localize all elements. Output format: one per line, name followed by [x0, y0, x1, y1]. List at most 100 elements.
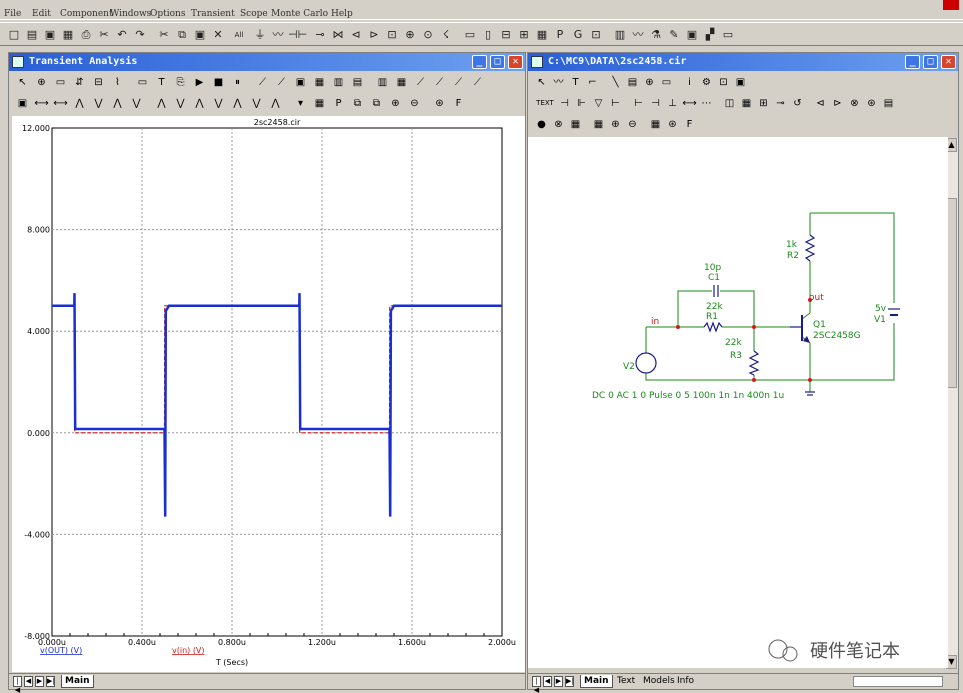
- toolbar-tool-icon[interactable]: □: [6, 27, 22, 43]
- sc-row1-tool-icon[interactable]: ⊡: [716, 75, 731, 90]
- toolbar-tool-icon[interactable]: ⊕: [402, 27, 418, 43]
- sc-row1-tool-icon[interactable]: i: [682, 75, 697, 90]
- tr-row2-tool-icon[interactable]: ▦: [312, 96, 327, 111]
- toolbar-tool-icon[interactable]: ⚗: [648, 27, 664, 43]
- tab-text[interactable]: Text: [614, 675, 638, 688]
- tab-info[interactable]: Info: [674, 675, 697, 688]
- tab-next-icon[interactable]: ▶: [35, 676, 44, 687]
- maximize-button[interactable]: □: [490, 55, 505, 69]
- sc-row2-tool-icon[interactable]: TEXT: [534, 96, 556, 111]
- tr-row2-tool-icon[interactable]: ⋁: [91, 96, 106, 111]
- toolbar-tool-icon[interactable]: ▤: [24, 27, 40, 43]
- toolbar-tool-icon[interactable]: ▭: [720, 27, 736, 43]
- toolbar-tool-icon[interactable]: ▞: [702, 27, 718, 43]
- sc-row3-tool-icon[interactable]: ●: [534, 117, 549, 132]
- menu-scope[interactable]: Scope: [240, 9, 268, 19]
- toolbar-tool-icon[interactable]: ☇: [438, 27, 454, 43]
- tr-row1-tool-icon[interactable]: ⟋: [451, 75, 466, 90]
- menu-windows[interactable]: Windows: [110, 9, 151, 19]
- sc-row2-tool-icon[interactable]: ⊢: [608, 96, 623, 111]
- sc-row2-tool-icon[interactable]: ⊛: [864, 96, 879, 111]
- sc-row1-tool-icon[interactable]: ↖: [534, 75, 549, 90]
- sc-row1-tool-icon[interactable]: ▤: [625, 75, 640, 90]
- sc-row1-tool-icon[interactable]: ⚙: [699, 75, 714, 90]
- tab-last-icon[interactable]: ▶|: [565, 676, 574, 687]
- tr-row2-tool-icon[interactable]: ⊛: [432, 96, 447, 111]
- app-close-button[interactable]: [943, 0, 959, 10]
- tr-row2-tool-icon[interactable]: ⋁: [173, 96, 188, 111]
- toolbar-tool-icon[interactable]: ⊡: [588, 27, 604, 43]
- menu-edit[interactable]: Edit: [32, 9, 51, 19]
- tr-row2-tool-icon[interactable]: ⋀: [154, 96, 169, 111]
- toolbar-tool-icon[interactable]: ⊳: [366, 27, 382, 43]
- tr-row2-tool-icon[interactable]: ⋀: [110, 96, 125, 111]
- tr-row1-tool-icon[interactable]: ⟋: [432, 75, 447, 90]
- tr-row1-tool-icon[interactable]: ▭: [135, 75, 150, 90]
- tab-main[interactable]: Main: [580, 675, 613, 688]
- close-button[interactable]: ✕: [508, 55, 523, 69]
- tab-next-icon[interactable]: ▶: [554, 676, 563, 687]
- sc-row2-tool-icon[interactable]: ⊳: [830, 96, 845, 111]
- toolbar-tool-icon[interactable]: 〰: [630, 27, 646, 43]
- toolbar-tool-icon[interactable]: ▦: [534, 27, 550, 43]
- sc-row2-tool-icon[interactable]: ⊢: [631, 96, 646, 111]
- toolbar-tool-icon[interactable]: All: [228, 27, 250, 43]
- tr-row1-tool-icon[interactable]: ⟋: [470, 75, 485, 90]
- menu-transient[interactable]: Transient: [191, 9, 235, 19]
- sc-row2-tool-icon[interactable]: ◫: [722, 96, 737, 111]
- toolbar-tool-icon[interactable]: ⋈: [330, 27, 346, 43]
- sc-row2-tool-icon[interactable]: ⊲: [813, 96, 828, 111]
- sc-row1-tool-icon[interactable]: ╲: [608, 75, 623, 90]
- tr-row2-tool-icon[interactable]: F: [451, 96, 466, 111]
- menu-options[interactable]: Options: [150, 9, 185, 19]
- tr-row1-tool-icon[interactable]: ⊕: [34, 75, 49, 90]
- toolbar-tool-icon[interactable]: ↷: [132, 27, 148, 43]
- sc-row2-tool-icon[interactable]: ⊣: [648, 96, 663, 111]
- tr-row1-tool-icon[interactable]: ⎘: [173, 75, 188, 90]
- sc-row2-tool-icon[interactable]: ⊣: [557, 96, 572, 111]
- toolbar-tool-icon[interactable]: ⊟: [498, 27, 514, 43]
- tr-row1-tool-icon[interactable]: ⊟: [91, 75, 106, 90]
- sc-row1-tool-icon[interactable]: ⌐: [585, 75, 600, 90]
- tr-row1-tool-icon[interactable]: ⌇: [110, 75, 125, 90]
- tr-row2-tool-icon[interactable]: ⋀: [72, 96, 87, 111]
- toolbar-tool-icon[interactable]: G: [570, 27, 586, 43]
- sc-row1-tool-icon[interactable]: ▣: [733, 75, 748, 90]
- tr-row2-tool-icon[interactable]: ⊕: [388, 96, 403, 111]
- toolbar-tool-icon[interactable]: ✂: [156, 27, 172, 43]
- tr-row2-tool-icon[interactable]: ⋀: [230, 96, 245, 111]
- toolbar-tool-icon[interactable]: ⊡: [384, 27, 400, 43]
- tr-row1-tool-icon[interactable]: ⏸: [230, 75, 245, 90]
- tr-row1-tool-icon[interactable]: ▶: [192, 75, 207, 90]
- tr-row1-tool-icon[interactable]: ⇵: [72, 75, 87, 90]
- sc-row2-tool-icon[interactable]: ▽: [591, 96, 606, 111]
- sc-row2-tool-icon[interactable]: ⊥: [665, 96, 680, 111]
- menu-file[interactable]: File: [4, 9, 21, 19]
- tr-row2-tool-icon[interactable]: ⧉: [350, 96, 365, 111]
- toolbar-tool-icon[interactable]: ▭: [462, 27, 478, 43]
- toolbar-tool-icon[interactable]: ▯: [480, 27, 496, 43]
- tr-row1-tool-icon[interactable]: ▦: [394, 75, 409, 90]
- tab-first-icon[interactable]: |◀: [13, 676, 22, 693]
- sc-row2-tool-icon[interactable]: ⋯: [699, 96, 714, 111]
- toolbar-tool-icon[interactable]: ▣: [42, 27, 58, 43]
- sc-row1-tool-icon[interactable]: 〰: [551, 75, 566, 90]
- tr-row1-tool-icon[interactable]: ⟋: [274, 75, 289, 90]
- sc-row3-tool-icon[interactable]: ⊖: [625, 117, 640, 132]
- tr-row2-tool-icon[interactable]: ⊖: [407, 96, 422, 111]
- sc-row2-tool-icon[interactable]: ⊸: [773, 96, 788, 111]
- toolbar-tool-icon[interactable]: ⏚: [252, 27, 268, 43]
- tab-last-icon[interactable]: ▶|: [46, 676, 55, 687]
- toolbar-tool-icon[interactable]: ↶: [114, 27, 130, 43]
- tr-row1-tool-icon[interactable]: ■: [211, 75, 226, 90]
- tab-prev-icon[interactable]: ◀: [24, 676, 33, 687]
- tab-prev-icon[interactable]: ◀: [543, 676, 552, 687]
- toolbar-tool-icon[interactable]: ✎: [666, 27, 682, 43]
- tab-main[interactable]: Main: [61, 675, 94, 688]
- toolbar-tool-icon[interactable]: ⊸: [312, 27, 328, 43]
- tr-row2-tool-icon[interactable]: ▣: [15, 96, 30, 111]
- transient-plot[interactable]: 0.000u 0.400u 0.800u 1.200u 1.600u 2.000u12.0…: [12, 116, 525, 672]
- sc-row2-tool-icon[interactable]: ⊞: [756, 96, 771, 111]
- sc-row2-tool-icon[interactable]: ▤: [881, 96, 896, 111]
- tr-row2-tool-icon[interactable]: ⋁: [249, 96, 264, 111]
